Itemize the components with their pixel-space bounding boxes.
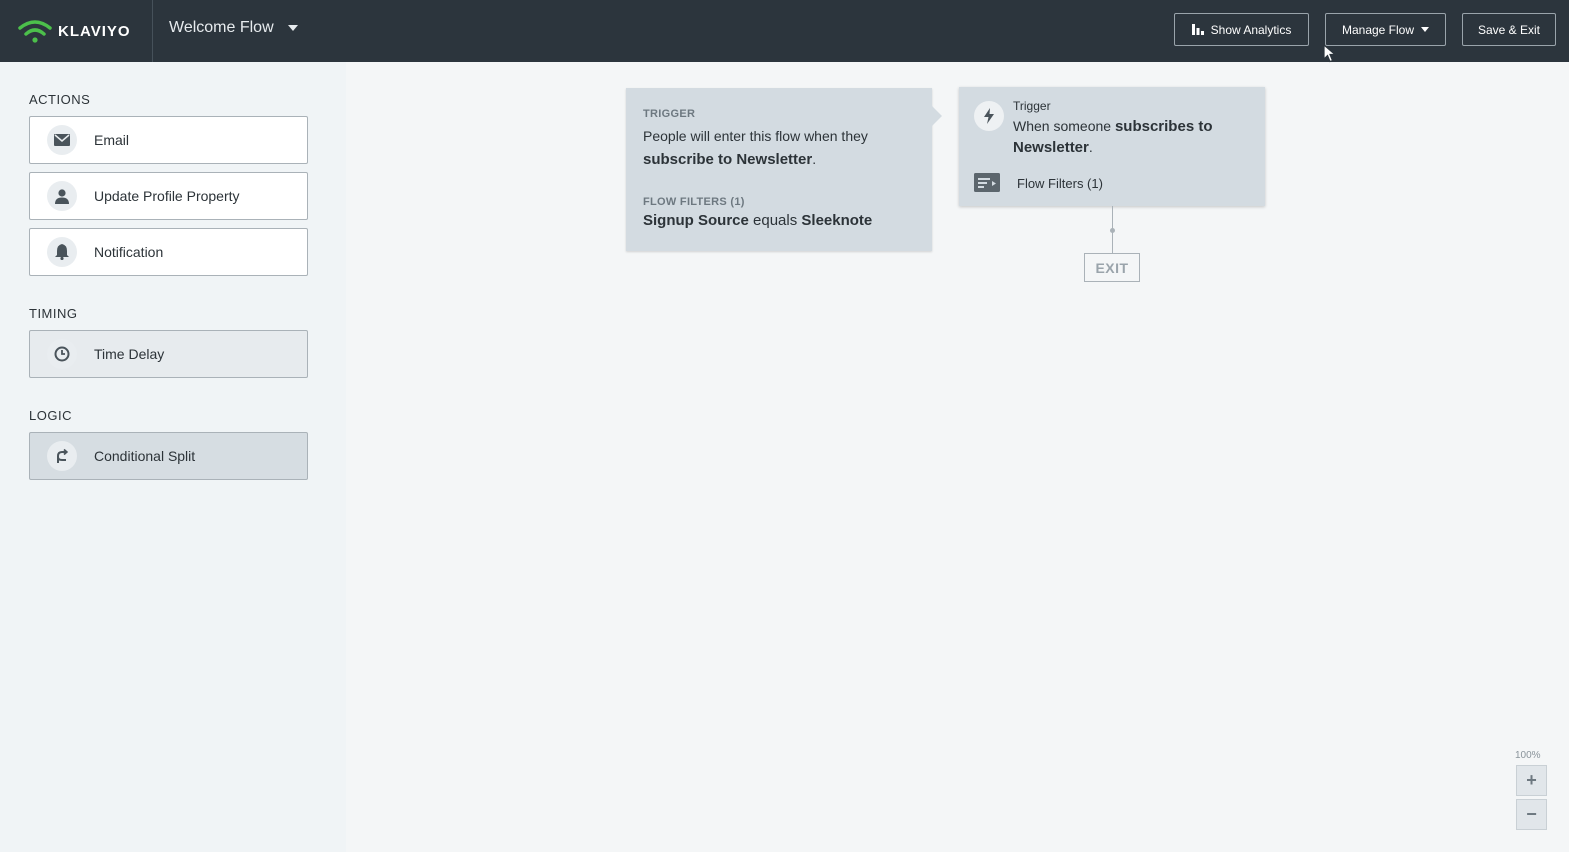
logic-section-title: LOGIC	[29, 408, 72, 423]
time-delay-label: Time Delay	[94, 346, 165, 362]
notification-action-label: Notification	[94, 244, 164, 260]
node-description-suffix: .	[1088, 139, 1093, 155]
save-exit-button[interactable]: Save & Exit	[1462, 13, 1556, 46]
trigger-description-suffix: .	[812, 151, 817, 167]
klaviyo-logo[interactable]: KLAVIYO	[18, 18, 131, 44]
header-divider	[152, 0, 153, 62]
bell-icon	[47, 237, 77, 267]
zoom-in-button[interactable]: +	[1516, 765, 1547, 796]
email-action[interactable]: Email	[29, 116, 308, 164]
filter-operator: equals	[753, 212, 798, 229]
trigger-panel-heading: TRIGGER	[643, 108, 696, 120]
actions-section-title: ACTIONS	[29, 92, 91, 107]
email-action-label: Email	[94, 132, 130, 148]
chevron-down-icon	[287, 25, 298, 31]
update-profile-property-label: Update Profile Property	[94, 188, 240, 204]
trigger-panel-description: People will enter this flow when they su…	[643, 125, 918, 171]
trigger-node-filters-label: Flow Filters (1)	[1017, 176, 1103, 191]
trigger-node-label: Trigger	[1013, 99, 1051, 113]
filter-field: Signup Source	[643, 212, 749, 229]
filter-value: Sleeknote	[801, 212, 873, 229]
trigger-node[interactable]: Trigger When someone subscribes to Newsl…	[959, 87, 1265, 206]
lightning-icon	[974, 101, 1004, 131]
node-description-prefix: When someone	[1013, 118, 1112, 134]
notification-action[interactable]: Notification	[29, 228, 308, 276]
brand-name: KLAVIYO	[58, 22, 131, 40]
flow-filters-heading: FLOW FILTERS (1)	[643, 196, 745, 208]
trigger-description-bold: subscribe to Newsletter	[643, 151, 813, 168]
chevron-down-icon	[1421, 27, 1430, 32]
timing-section-title: TIMING	[29, 306, 78, 321]
clock-icon	[47, 339, 77, 369]
show-analytics-label: Show Analytics	[1210, 22, 1292, 37]
time-delay-action[interactable]: Time Delay	[29, 330, 308, 378]
trigger-details-panel: TRIGGER People will enter this flow when…	[626, 88, 942, 251]
conditional-split-action[interactable]: Conditional Split	[29, 432, 308, 480]
trigger-description-prefix: People will enter this flow when they	[643, 128, 868, 144]
envelope-icon	[47, 125, 77, 155]
save-exit-label: Save & Exit	[1477, 22, 1541, 37]
zoom-out-button[interactable]: −	[1516, 799, 1547, 830]
exit-node: EXIT	[1084, 253, 1140, 282]
mouse-cursor-icon	[1323, 44, 1337, 63]
filter-list-icon	[974, 173, 1000, 192]
conditional-split-label: Conditional Split	[94, 448, 196, 464]
flow-connector-dot[interactable]	[1110, 228, 1115, 233]
manage-flow-label: Manage Flow	[1341, 22, 1415, 37]
bar-chart-icon	[1191, 24, 1204, 35]
zoom-level: 100%	[1515, 750, 1541, 761]
flow-name-dropdown[interactable]: Welcome Flow	[169, 19, 298, 37]
split-icon	[47, 441, 77, 471]
show-analytics-button[interactable]: Show Analytics	[1174, 13, 1309, 46]
flow-canvas[interactable]	[346, 62, 1569, 852]
manage-flow-button[interactable]: Manage Flow	[1325, 13, 1446, 46]
flow-name-label: Welcome Flow	[169, 19, 274, 36]
person-icon	[47, 181, 77, 211]
panel-pointer	[932, 106, 942, 126]
klaviyo-wifi-icon	[18, 20, 52, 43]
update-profile-property-action[interactable]: Update Profile Property	[29, 172, 308, 220]
trigger-node-description: When someone subscribes to Newsletter.	[1013, 116, 1253, 158]
flow-filter-condition: Signup Source equals Sleeknote	[643, 212, 872, 229]
